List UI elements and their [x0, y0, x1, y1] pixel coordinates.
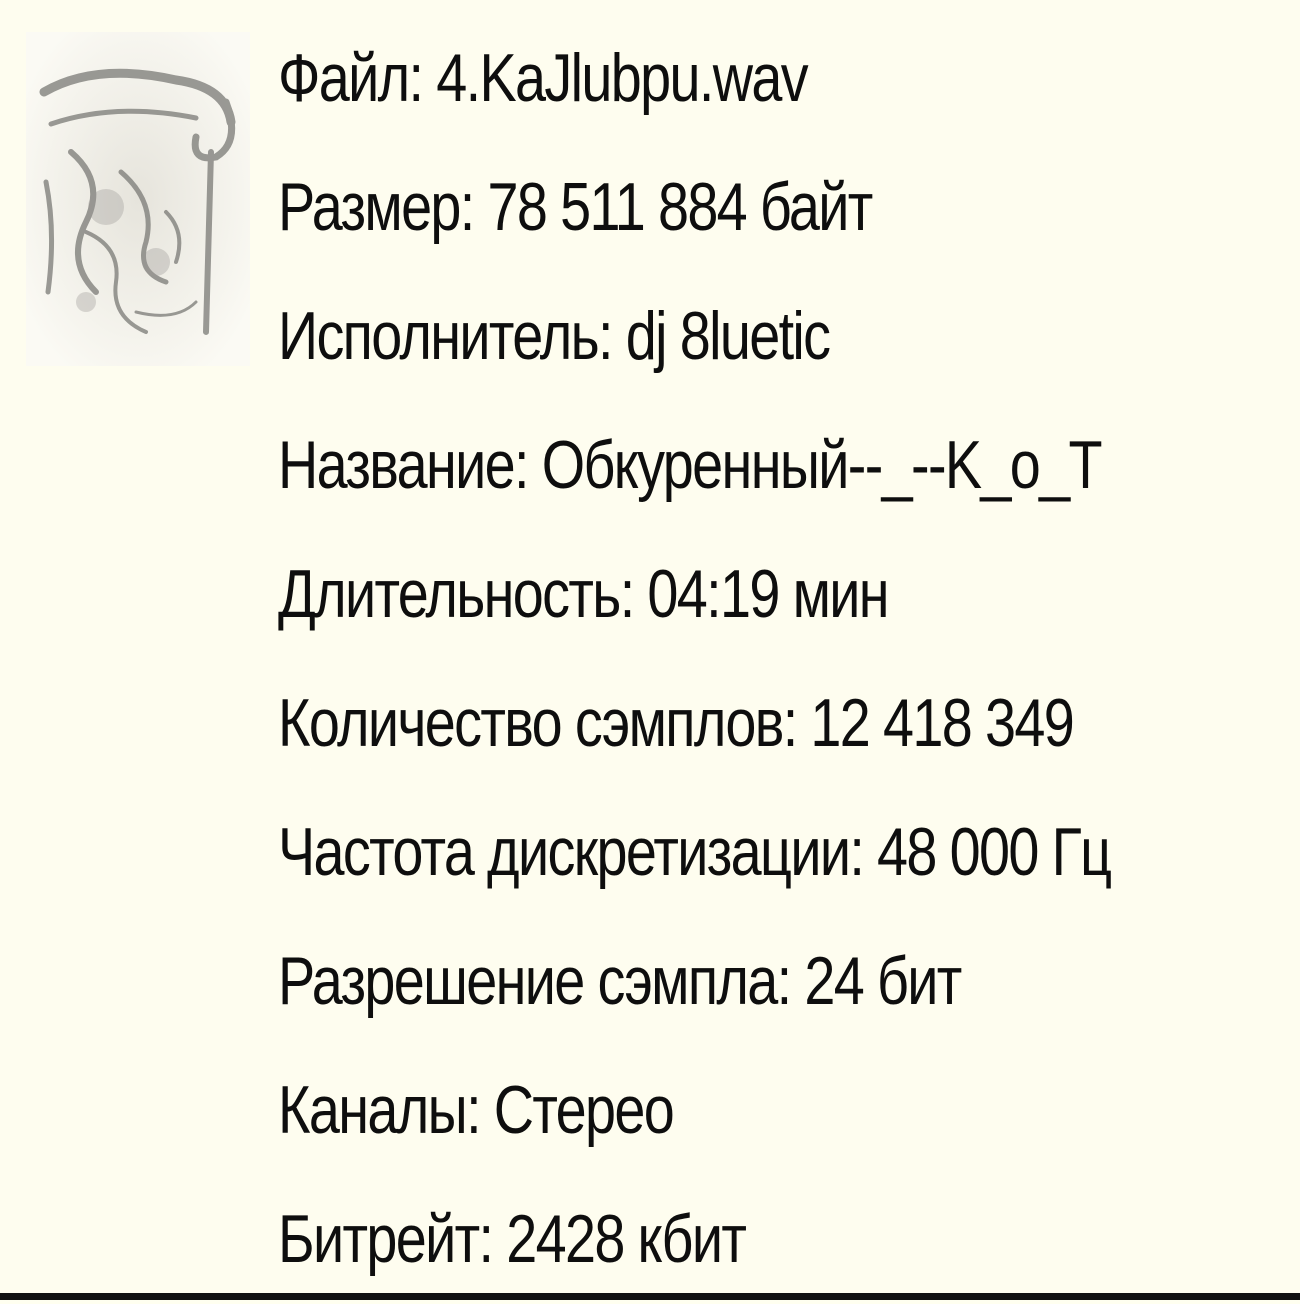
file-info-tooltip: Файл: 4.KaJlubpu.wav Размер: 78 511 884 … — [0, 0, 1300, 1300]
sample-count-row: Количество сэмплов: 12 418 349 — [278, 659, 1106, 788]
bitrate-row: Битрейт: 2428 кбит — [278, 1175, 1106, 1304]
channels-row: Каналы: Стерео — [278, 1046, 1106, 1175]
title-label: Название: — [278, 427, 542, 503]
sample-count-value: 12 418 349 — [810, 685, 1074, 761]
duration-value: 04:19 мин — [647, 556, 889, 632]
album-art-image — [26, 32, 250, 366]
bit-depth-value: 24 бит — [804, 943, 962, 1019]
file-name-value: 4.KaJlubpu.wav — [436, 40, 808, 116]
album-art-thumbnail — [26, 32, 250, 366]
bitrate-value: 2428 кбит — [506, 1201, 747, 1277]
sample-rate-label: Частота дискретизации: — [278, 814, 878, 890]
bitrate-label: Битрейт: — [278, 1201, 507, 1277]
file-size-label: Размер: — [278, 169, 488, 245]
bit-depth-label: Разрешение сэмпла: — [278, 943, 805, 1019]
file-properties-list: Файл: 4.KaJlubpu.wav Размер: 78 511 884 … — [278, 14, 1288, 1304]
sample-rate-row: Частота дискретизации: 48 000 Гц — [278, 788, 1112, 917]
file-size-value: 78 511 884 байт — [487, 169, 874, 245]
artist-row: Исполнитель: dj 8luetic — [278, 272, 1106, 401]
file-name-label: Файл: — [278, 40, 437, 116]
title-row: Название: Обкуренный--_--K_o_T — [278, 401, 1106, 530]
sample-rate-value: 48 000 Гц — [877, 814, 1112, 890]
sample-count-label: Количество сэмплов: — [278, 685, 811, 761]
duration-row: Длительность: 04:19 мин — [278, 530, 1106, 659]
artist-label: Исполнитель: — [278, 298, 626, 374]
file-size-row: Размер: 78 511 884 байт — [278, 143, 1106, 272]
bit-depth-row: Разрешение сэмпла: 24 бит — [278, 917, 1106, 1046]
title-value: Обкуренный--_--K_o_T — [541, 427, 1103, 503]
channels-label: Каналы: — [278, 1072, 494, 1148]
channels-value: Стерео — [493, 1072, 675, 1148]
file-name-row: Файл: 4.KaJlubpu.wav — [278, 14, 1106, 143]
duration-label: Длительность: — [278, 556, 648, 632]
artist-value: dj 8luetic — [625, 298, 831, 374]
